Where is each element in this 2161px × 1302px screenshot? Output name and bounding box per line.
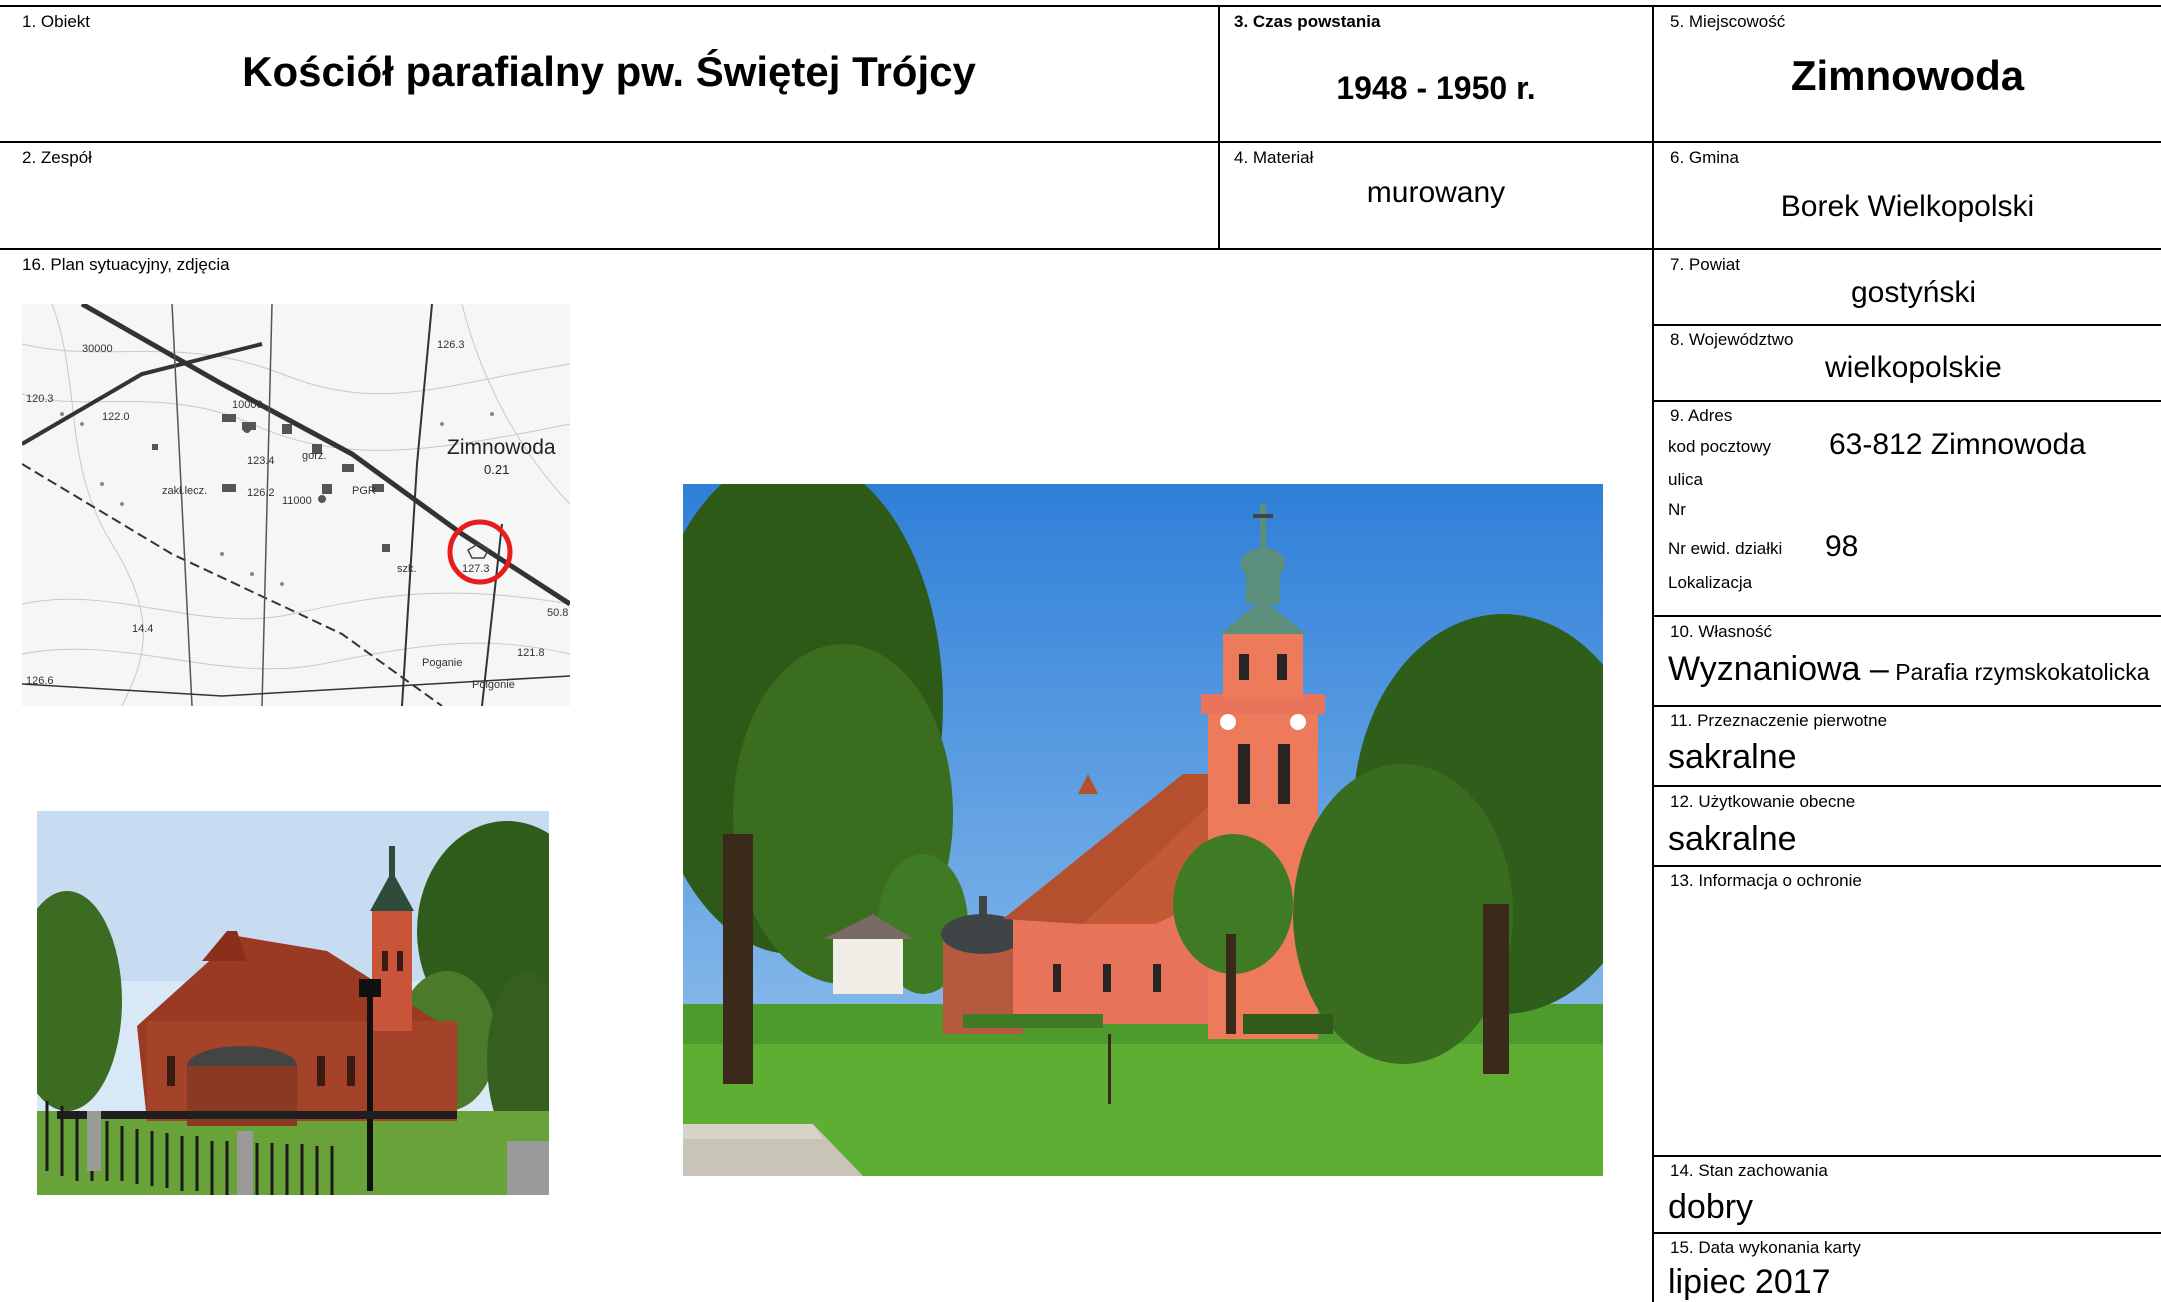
wlasnosc-value: Wyznaniowa – Parafia rzymskokatolicka [1668,650,2150,689]
divider-adres [1652,615,2161,617]
divider-row1 [0,141,2161,143]
plan-label: 16. Plan sytuacyjny, zdjęcia [22,255,230,274]
stan-value: dobry [1668,1188,1754,1226]
data-label: 15. Data wykonania karty [1670,1238,1861,1257]
svg-text:zakł.lecz.: zakł.lecz. [162,485,207,497]
wojewodztwo-label: 8. Województwo [1670,330,1794,349]
obiekt-value: Kościół parafialny pw. Świętej Trójcy [242,48,976,95]
dzialka-label: Nr ewid. działki [1668,539,1783,558]
svg-text:Polgonie: Polgonie [472,679,515,691]
czas-label: 3. Czas powstania [1234,12,1381,31]
divider-uzytk [1652,865,2161,867]
czas-value: 1948 - 1950 r. [1336,70,1536,106]
przeznaczenie-label: 11. Przeznaczenie pierwotne [1670,711,1888,730]
uzytkowanie-value: sakralne [1668,820,1797,858]
kod-value: 63-812 Zimnowoda [1829,428,2086,461]
gmina-value: Borek Wielkopolski [1780,190,2035,223]
wlasnosc-main: Wyznaniowa – [1668,650,1889,688]
map-place-label: Zimnowoda [447,436,556,459]
svg-text:122.0: 122.0 [102,411,130,423]
divider-wlasnosc [1652,705,2161,707]
svg-text:121.8: 121.8 [517,647,545,659]
zespol-label: 2. Zespół [22,148,92,167]
svg-text:126.6: 126.6 [26,675,54,687]
miejscowosc-label: 5. Miejscowość [1670,12,1786,31]
gmina-label: 6. Gmina [1670,148,1739,167]
svg-text:14.4: 14.4 [132,623,153,635]
ulica-label: ulica [1668,470,1703,489]
svg-text:127.3: 127.3 [462,563,490,575]
svg-text:30000: 30000 [82,343,113,355]
svg-text:126.2: 126.2 [247,487,275,499]
divider-powiat [1652,324,2161,326]
wojewodztwo-value: wielkopolskie [1825,351,2002,384]
obiekt-label: 1. Obiekt [22,12,91,31]
svg-text:szk.: szk. [397,563,417,575]
church-photo-front [683,484,1603,1176]
situation-map: 30000 10000 126.3 120.3 122.0 PGR gorz. zakł… [22,304,570,706]
lokalizacja-label: Lokalizacja [1668,573,1753,592]
divider-woj [1652,400,2161,402]
data-value: lipiec 2017 [1668,1263,1831,1301]
kod-label: kod pocztowy [1668,437,1771,456]
adres-label: 9. Adres [1670,406,1733,425]
przeznaczenie-value: sakralne [1668,738,1797,776]
nr-label: Nr [1668,500,1686,519]
svg-text:120.3: 120.3 [26,393,54,405]
stan-label: 14. Stan zachowania [1670,1161,1828,1180]
divider-ochrona [1652,1155,2161,1157]
divider-stan [1652,1232,2161,1234]
miejscowosc-value: Zimnowoda [1790,52,2025,99]
svg-text:10000: 10000 [232,399,263,411]
divider-row2 [0,248,2161,250]
dzialka-value: 98 [1825,530,1859,563]
svg-text:126.3: 126.3 [437,339,465,351]
powiat-value: gostyński [1851,276,1977,309]
material-label: 4. Materiał [1234,148,1314,167]
church-photo-side [37,811,549,1195]
divider-col1 [1218,5,1220,250]
divider-przezn [1652,785,2161,787]
powiat-label: 7. Powiat [1670,255,1740,274]
material-value: murowany [1366,176,1506,209]
uzytkowanie-label: 12. Użytkowanie obecne [1670,792,1856,811]
ochrona-label: 13. Informacja o ochronie [1670,871,1862,890]
svg-text:123.4: 123.4 [247,455,275,467]
wlasnosc-detail: Parafia rzymskokatolicka [1888,659,2150,685]
map-place-sub: 0.21 [484,462,509,477]
wlasnosc-label: 10. Własność [1670,622,1773,641]
svg-text:11000: 11000 [282,495,312,507]
svg-text:50.8: 50.8 [547,607,568,619]
border-top [0,5,2161,7]
svg-text:gorz.: gorz. [302,450,326,462]
svg-text:Poganie: Poganie [422,657,462,669]
svg-text:PGR: PGR [352,485,376,497]
